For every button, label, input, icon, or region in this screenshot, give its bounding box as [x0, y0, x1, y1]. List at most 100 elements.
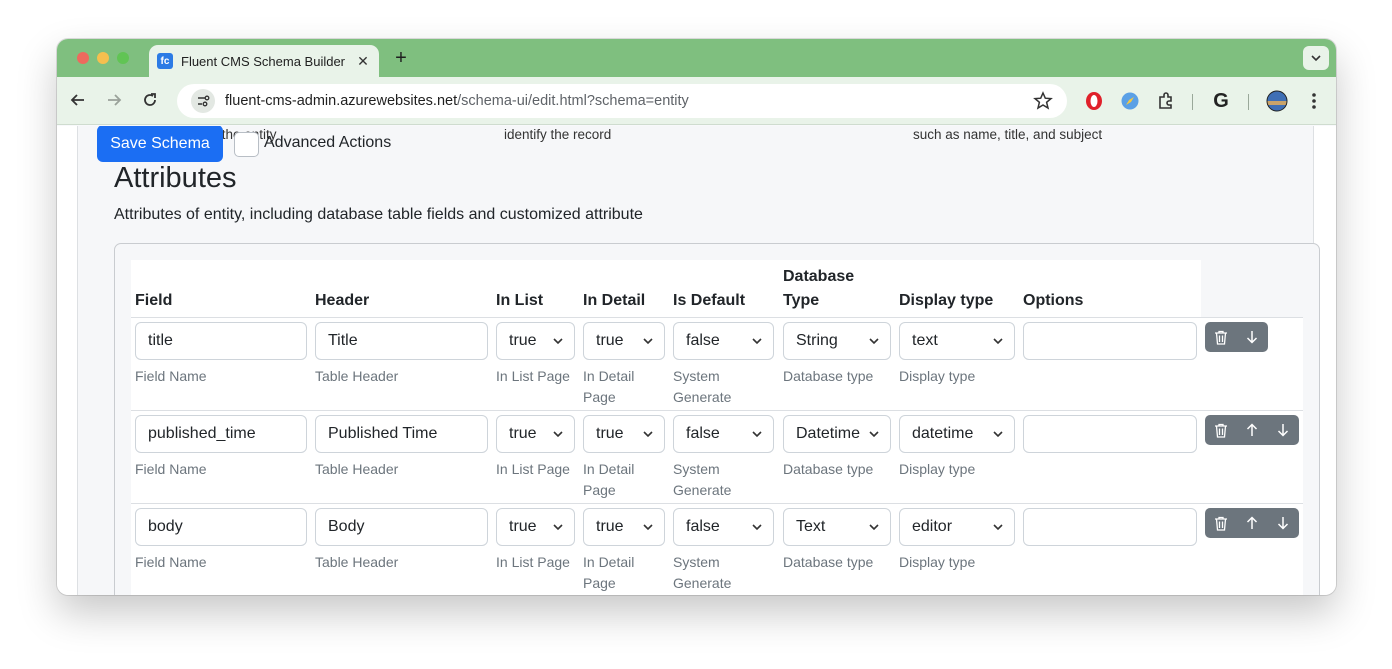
- database-type-select[interactable]: Datetime: [783, 415, 891, 453]
- field-name-input[interactable]: title: [135, 322, 307, 360]
- header-input[interactable]: Published Time: [315, 415, 488, 453]
- delete-row-button[interactable]: [1205, 508, 1236, 538]
- database-type-select[interactable]: Text: [783, 508, 891, 546]
- move-up-button[interactable]: [1236, 508, 1267, 538]
- in-list-caption: In List Page: [496, 461, 570, 477]
- google-extension-icon[interactable]: G: [1209, 89, 1233, 113]
- input-value: Body: [328, 518, 365, 535]
- input-value: true: [509, 425, 537, 442]
- input-value: text: [912, 332, 938, 349]
- new-tab-button[interactable]: +: [390, 47, 412, 70]
- delete-row-button[interactable]: [1205, 322, 1236, 352]
- advanced-actions-checkbox[interactable]: [234, 132, 259, 157]
- in-list-select[interactable]: true: [496, 322, 575, 360]
- is-default-caption: System Generate: [673, 461, 732, 498]
- row-action-group: [1205, 508, 1299, 538]
- close-window-button[interactable]: [77, 52, 89, 64]
- input-value: true: [596, 425, 624, 442]
- display-type-select[interactable]: editor: [899, 508, 1015, 546]
- in-list-select[interactable]: true: [496, 415, 575, 453]
- column-header-display-type: Display type: [899, 292, 994, 309]
- move-down-button[interactable]: [1236, 322, 1267, 352]
- arrow-right-icon: [108, 94, 122, 106]
- reload-button[interactable]: [139, 89, 161, 111]
- in-detail-caption: In Detail Page: [583, 461, 635, 498]
- tab-strip: fc Fluent CMS Schema Builder ✕ +: [57, 39, 1336, 77]
- options-input[interactable]: [1023, 508, 1197, 546]
- tab-close-icon[interactable]: ✕: [355, 53, 371, 70]
- move-up-button[interactable]: [1236, 415, 1267, 445]
- input-value: false: [686, 332, 720, 349]
- url-text: fluent-cms-admin.azurewebsites.net/schem…: [225, 93, 689, 109]
- field-name-caption: Field Name: [135, 554, 207, 570]
- chevron-down-icon: [643, 431, 653, 438]
- delete-row-button[interactable]: [1205, 415, 1236, 445]
- forward-button[interactable]: [103, 89, 125, 111]
- input-value: String: [796, 332, 838, 349]
- header-input[interactable]: Title: [315, 322, 488, 360]
- column-header-in-list: In List: [496, 292, 544, 309]
- url-path: /schema-ui/edit.html?schema=entity: [457, 93, 689, 109]
- tab-search-button[interactable]: [1303, 46, 1329, 70]
- display-type-select[interactable]: datetime: [899, 415, 1015, 453]
- input-value: published_time: [148, 425, 256, 442]
- column-header-header: Header: [315, 292, 370, 309]
- address-bar[interactable]: fluent-cms-admin.azurewebsites.net/schem…: [177, 84, 1067, 118]
- is-default-select[interactable]: false: [673, 415, 774, 453]
- header-caption: Table Header: [315, 554, 399, 570]
- input-value: Title: [328, 332, 358, 349]
- chevron-down-icon: [752, 431, 762, 438]
- is-default-select[interactable]: false: [673, 508, 774, 546]
- display-type-caption: Display type: [899, 461, 976, 477]
- options-input[interactable]: [1023, 322, 1197, 360]
- trash-icon: [1214, 423, 1227, 438]
- in-list-select[interactable]: true: [496, 508, 575, 546]
- save-schema-button[interactable]: Save Schema: [97, 126, 223, 162]
- in-detail-select[interactable]: true: [583, 322, 665, 360]
- table-row: body Field Name Body Table Header true I…: [131, 503, 1303, 595]
- database-type-select[interactable]: String: [783, 322, 891, 360]
- input-value: editor: [912, 518, 953, 535]
- field-name-input[interactable]: published_time: [135, 415, 307, 453]
- column-header-options: Options: [1023, 292, 1084, 309]
- in-detail-select[interactable]: true: [583, 415, 665, 453]
- input-value: true: [596, 518, 624, 535]
- column-header-in-detail: In Detail: [583, 292, 646, 309]
- compass-extension-icon[interactable]: [1118, 89, 1142, 113]
- page-title: Attributes: [114, 162, 237, 194]
- zoom-window-button[interactable]: [117, 52, 129, 64]
- arrow-left-icon: [70, 94, 84, 106]
- browser-tab[interactable]: fc Fluent CMS Schema Builder ✕: [149, 45, 379, 77]
- back-button[interactable]: [67, 89, 89, 111]
- bookmark-star-icon[interactable]: [1033, 91, 1053, 116]
- trash-icon: [1214, 516, 1227, 531]
- chevron-down-icon: [1311, 55, 1321, 62]
- toolbar-divider: [1248, 94, 1249, 110]
- in-detail-select[interactable]: true: [583, 508, 665, 546]
- field-name-input[interactable]: body: [135, 508, 307, 546]
- chevron-down-icon: [752, 524, 762, 531]
- opera-extension-icon[interactable]: [1082, 89, 1106, 113]
- profile-avatar-icon[interactable]: [1265, 89, 1289, 113]
- chevron-down-icon: [869, 338, 879, 345]
- display-type-select[interactable]: text: [899, 322, 1015, 360]
- url-host: fluent-cms-admin.azurewebsites.net: [225, 93, 458, 109]
- is-default-select[interactable]: false: [673, 322, 774, 360]
- chevron-down-icon: [553, 524, 563, 531]
- site-info-icon[interactable]: [191, 89, 215, 113]
- move-down-button[interactable]: [1267, 508, 1298, 538]
- extensions-puzzle-icon[interactable]: [1154, 89, 1178, 113]
- in-list-caption: In List Page: [496, 554, 570, 570]
- toolbar-divider: [1192, 94, 1193, 110]
- menu-kebab-icon[interactable]: [1302, 89, 1326, 113]
- options-input[interactable]: [1023, 415, 1197, 453]
- browser-window: fc Fluent CMS Schema Builder ✕ + fluent-…: [57, 39, 1336, 595]
- header-input[interactable]: Body: [315, 508, 488, 546]
- field-name-caption: Field Name: [135, 461, 207, 477]
- table-row: published_time Field Name Published Time…: [131, 410, 1303, 503]
- minimize-window-button[interactable]: [97, 52, 109, 64]
- chevron-down-icon: [643, 338, 653, 345]
- move-down-button[interactable]: [1267, 415, 1298, 445]
- chevron-down-icon: [869, 431, 879, 438]
- chevron-down-icon: [993, 431, 1003, 438]
